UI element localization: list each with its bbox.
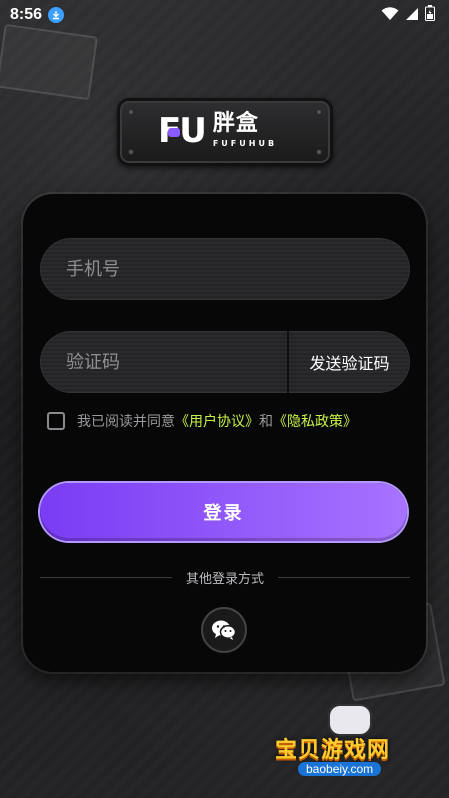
screw-icon <box>128 109 134 115</box>
phone-input[interactable] <box>64 257 268 281</box>
other-login-label: 其他登录方式 <box>186 572 265 587</box>
battery-icon <box>425 5 435 25</box>
divider-line <box>278 577 411 578</box>
agreement-row: 我已阅读并同意 《用户协议》 和 《隐私政策》 <box>47 411 357 431</box>
privacy-policy-link[interactable]: 《隐私政策》 <box>273 411 357 431</box>
wechat-icon <box>212 620 237 640</box>
background-sticker <box>0 23 98 101</box>
user-agreement-link[interactable]: 《用户协议》 <box>175 411 259 431</box>
agreement-prefix: 我已阅读并同意 <box>77 414 175 430</box>
phone-field[interactable] <box>40 238 410 300</box>
logo-english: FUFUHUB <box>212 139 278 148</box>
logo-brand: FU <box>158 110 207 151</box>
screw-icon <box>316 109 322 115</box>
wifi-icon <box>381 6 399 25</box>
watermark-title: 宝贝游戏网 <box>275 738 391 763</box>
logo-face-icon <box>168 127 180 137</box>
agreement-checkbox[interactable] <box>47 412 65 430</box>
watermark: 宝贝游戏网 baobeiy.com <box>270 702 445 792</box>
login-button[interactable]: 登录 <box>40 483 407 541</box>
send-code-button[interactable]: 发送验证码 <box>289 331 410 393</box>
logo-plate: FU 胖盒 FUFUHUB <box>117 98 333 166</box>
logo-brand-text: FU <box>158 110 207 151</box>
code-field[interactable]: 发送验证码 <box>40 331 410 393</box>
signal-icon <box>405 6 419 25</box>
wechat-login-button[interactable] <box>201 607 247 653</box>
other-login-divider: 其他登录方式 <box>40 568 411 587</box>
status-time: 8:56 <box>10 6 43 23</box>
status-bar: 8:56 <box>0 0 449 30</box>
watermark-url: baobeiy.com <box>298 762 382 776</box>
screw-icon <box>316 149 322 155</box>
divider-line <box>40 577 172 578</box>
app-logo: FU 胖盒 FUFUHUB <box>158 110 278 151</box>
screw-icon <box>128 149 134 155</box>
logo-chinese: 胖盒 <box>212 111 259 136</box>
agreement-and: 和 <box>259 414 273 430</box>
code-input[interactable] <box>64 350 268 374</box>
download-icon <box>48 7 65 23</box>
